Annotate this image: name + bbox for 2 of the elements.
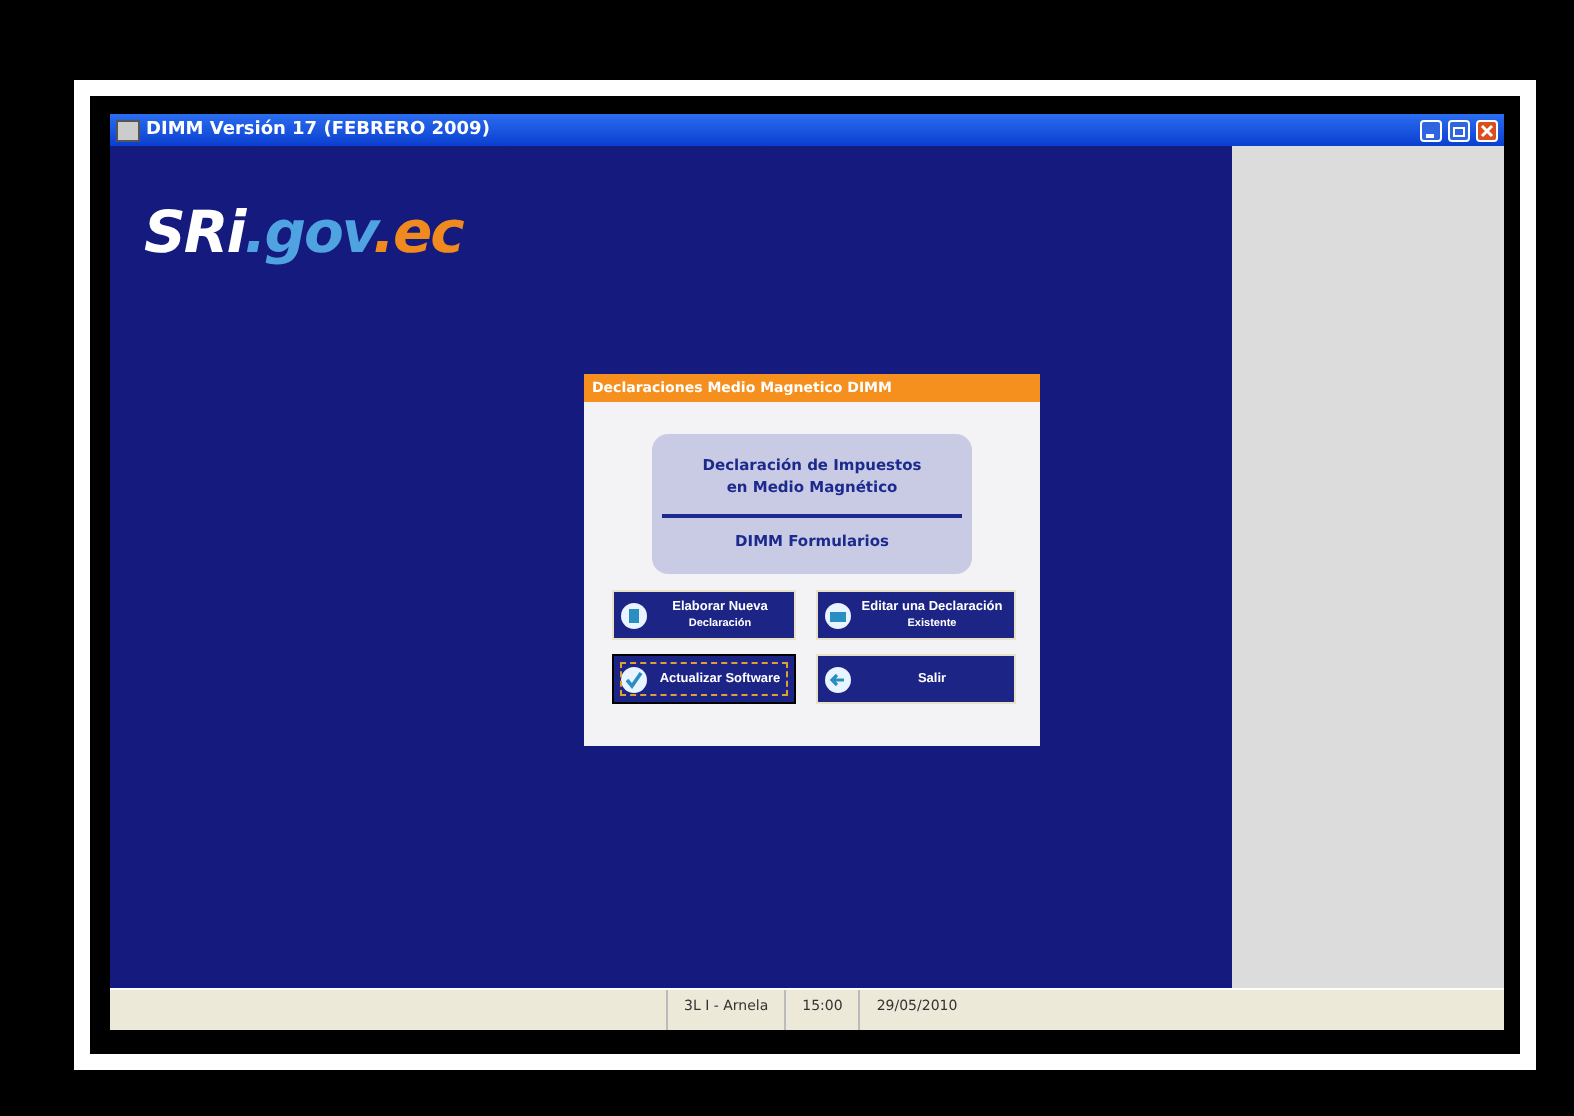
logo: SRi.gov.ec bbox=[144, 198, 463, 266]
window-title: DIMM Versión 17 (FEBRERO 2009) bbox=[146, 120, 492, 140]
